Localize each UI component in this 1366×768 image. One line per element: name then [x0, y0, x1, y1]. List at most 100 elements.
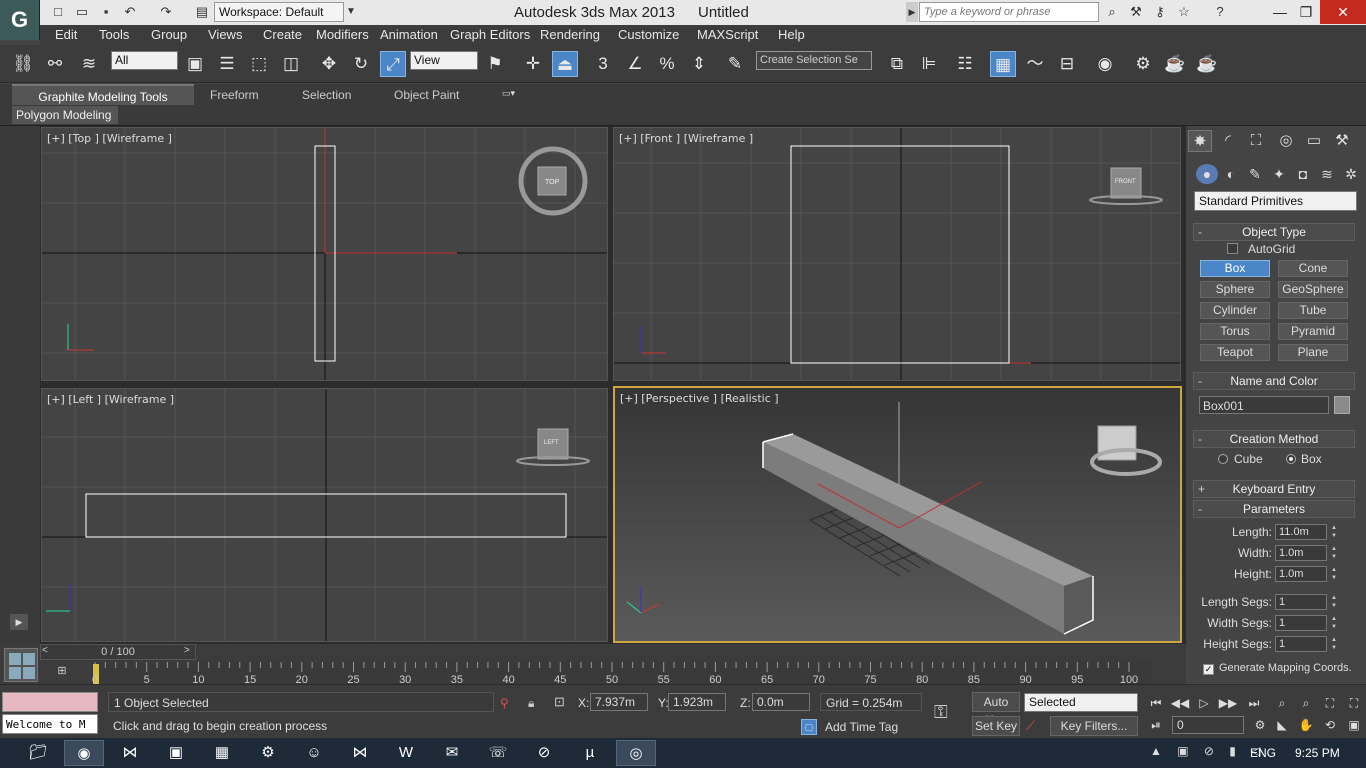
- viewport-perspective[interactable]: [+] [Perspective ] [Realistic ]: [613, 386, 1182, 643]
- snaps-toggle-icon[interactable]: 3: [590, 51, 616, 77]
- percent-snap-icon[interactable]: %: [654, 51, 680, 77]
- new-file-icon[interactable]: □: [50, 4, 66, 20]
- keyboard-shortcut-override-icon[interactable]: ⏏: [552, 51, 578, 77]
- curve-editor-icon[interactable]: 〜: [1022, 51, 1048, 77]
- name-color-rollout[interactable]: - Name and Color: [1193, 372, 1355, 390]
- render-setup-icon[interactable]: ⚙: [1130, 51, 1156, 77]
- menu-graph-editors[interactable]: Graph Editors: [450, 27, 530, 42]
- key-selection-dropdown[interactable]: Selected: [1024, 693, 1138, 712]
- teapot-button[interactable]: Teapot: [1200, 344, 1270, 361]
- expand-search-icon[interactable]: ▶: [906, 2, 918, 22]
- rect-selection-icon[interactable]: ⬚: [246, 51, 272, 77]
- menu-modifiers[interactable]: Modifiers: [316, 27, 369, 42]
- height-spinner-icon[interactable]: ▲ ▼: [1330, 566, 1338, 582]
- sphere-button[interactable]: Sphere: [1200, 281, 1270, 298]
- zoom-icon[interactable]: ⌕: [1272, 694, 1292, 712]
- link-icon[interactable]: ⛓: [10, 51, 36, 77]
- menu-group[interactable]: Group: [151, 27, 187, 42]
- visual-studio-icon[interactable]: ⋈: [110, 740, 150, 766]
- display-tab-icon[interactable]: ▭: [1302, 130, 1326, 152]
- object-type-rollout[interactable]: - Object Type: [1193, 223, 1355, 241]
- star-icon[interactable]: ☆: [1176, 4, 1192, 20]
- time-prev-icon[interactable]: <: [42, 645, 48, 656]
- zoom-extents-all-icon[interactable]: ⛶: [1344, 694, 1364, 712]
- menu-views[interactable]: Views: [208, 27, 242, 42]
- autogrid-checkbox[interactable]: [1227, 243, 1238, 254]
- align-icon[interactable]: ⊫: [916, 51, 942, 77]
- length-spinner-icon[interactable]: ▲ ▼: [1330, 524, 1338, 540]
- menu-tools[interactable]: Tools: [99, 27, 129, 42]
- tray-icons[interactable]: ▲ ▣ ⊘ ▮ ◁: [1150, 744, 1266, 758]
- orbit-icon[interactable]: ⟲: [1320, 716, 1340, 734]
- key-mode-icon[interactable]: ⏯: [1146, 716, 1166, 734]
- length-segs-spinner-icon[interactable]: ▲ ▼: [1330, 594, 1338, 610]
- tube-button[interactable]: Tube: [1278, 302, 1348, 319]
- maxscript-listener[interactable]: [2, 692, 98, 712]
- parameters-rollout[interactable]: - Parameters: [1193, 500, 1355, 518]
- maximize-viewport-icon[interactable]: ▣: [1344, 716, 1364, 734]
- save-file-icon[interactable]: ▪: [98, 4, 114, 20]
- viewcube-top-label[interactable]: TOP: [545, 179, 559, 186]
- cone-button[interactable]: Cone: [1278, 260, 1348, 277]
- rendered-frame-icon[interactable]: ☕: [1162, 51, 1188, 77]
- width-spinner-icon[interactable]: ▲ ▼: [1330, 545, 1338, 561]
- creation-method-rollout[interactable]: - Creation Method: [1193, 430, 1355, 448]
- motion-tab-icon[interactable]: ◎: [1274, 130, 1298, 152]
- network-app-icon[interactable]: ⚙: [248, 740, 288, 766]
- antivirus-icon[interactable]: ⊘: [524, 740, 564, 766]
- polygon-modeling-panel[interactable]: Polygon Modeling: [12, 106, 118, 124]
- time-slider[interactable]: 0 / 100: [40, 644, 196, 660]
- maxscript-welcome[interactable]: Welcome to M: [2, 714, 98, 734]
- width-segs-spinner-icon[interactable]: ▲ ▼: [1330, 615, 1338, 631]
- current-frame-field[interactable]: 0: [1172, 716, 1244, 734]
- default-in-out-icon[interactable]: ⟋: [1026, 718, 1035, 734]
- create-tab-icon[interactable]: ✸: [1188, 130, 1212, 152]
- time-tag-icon[interactable]: ▢: [801, 719, 817, 735]
- open-file-icon[interactable]: ▭: [74, 4, 90, 20]
- previous-frame-icon[interactable]: ◀◀: [1170, 694, 1190, 712]
- menu-edit[interactable]: Edit: [55, 27, 77, 42]
- viewport-front[interactable]: [+] [Front ] [Wireframe ] FRONT: [613, 127, 1181, 381]
- plane-button[interactable]: Plane: [1278, 344, 1348, 361]
- help-icon[interactable]: ?: [1212, 4, 1228, 20]
- undo-icon[interactable]: ↶: [122, 4, 138, 20]
- box-button[interactable]: Box: [1200, 260, 1270, 277]
- hierarchy-tab-icon[interactable]: ⛶: [1244, 130, 1268, 152]
- viewcube-front-label[interactable]: FRONT: [1115, 179, 1136, 185]
- viewport-top-label[interactable]: [+] [Top ] [Wireframe ]: [47, 132, 172, 145]
- viewport-perspective-label[interactable]: [+] [Perspective ] [Realistic ]: [620, 392, 779, 405]
- field-of-view-icon[interactable]: ◣: [1272, 716, 1292, 734]
- time-config-icon[interactable]: ⚙: [1250, 716, 1270, 734]
- length-field[interactable]: 11.0m: [1275, 524, 1327, 540]
- tools-icon[interactable]: ⚒: [1128, 4, 1144, 20]
- utilities-tab-icon[interactable]: ⚒: [1330, 130, 1354, 152]
- viewport-layout-icon[interactable]: [4, 648, 38, 682]
- cylinder-button[interactable]: Cylinder: [1200, 302, 1270, 319]
- z-coord-field[interactable]: 0.0m: [752, 693, 810, 711]
- zoom-extents-icon[interactable]: ⛶: [1320, 694, 1340, 712]
- geometry-icon[interactable]: ●: [1196, 164, 1218, 184]
- viewcube-left-label[interactable]: LEFT: [544, 440, 559, 446]
- select-manipulate-icon[interactable]: ✛: [520, 51, 546, 77]
- category-dropdown[interactable]: Standard Primitives: [1194, 191, 1357, 211]
- key-filters-button[interactable]: Key Filters...: [1050, 716, 1138, 736]
- object-color-swatch[interactable]: [1334, 396, 1350, 414]
- menu-animation[interactable]: Animation: [380, 27, 438, 42]
- helpers-icon[interactable]: ◘: [1292, 164, 1314, 184]
- word-icon[interactable]: W: [386, 740, 426, 766]
- space-warps-icon[interactable]: ≋: [1316, 164, 1338, 184]
- redo-icon[interactable]: ↷: [158, 4, 174, 20]
- set-key-mode-icon[interactable]: ⚿: [934, 702, 948, 723]
- cube-radio[interactable]: [1218, 454, 1228, 464]
- box-radio[interactable]: [1286, 454, 1296, 464]
- minimize-icon[interactable]: —: [1266, 0, 1294, 24]
- height-segs-spinner-icon[interactable]: ▲ ▼: [1330, 636, 1338, 652]
- shapes-icon[interactable]: ◐: [1220, 164, 1242, 184]
- zoom-all-icon[interactable]: ⌕: [1296, 694, 1316, 712]
- ribbon-options-icon[interactable]: ▭▾: [502, 88, 524, 100]
- rotate-icon[interactable]: ↻: [348, 51, 374, 77]
- unlink-icon[interactable]: ⚯: [42, 51, 68, 77]
- reference-coord-dropdown[interactable]: View: [410, 51, 478, 70]
- file-explorer-icon[interactable]: 📁︎: [18, 740, 58, 766]
- viewport-left[interactable]: [+] [Left ] [Wireframe ] LEFT: [41, 388, 608, 642]
